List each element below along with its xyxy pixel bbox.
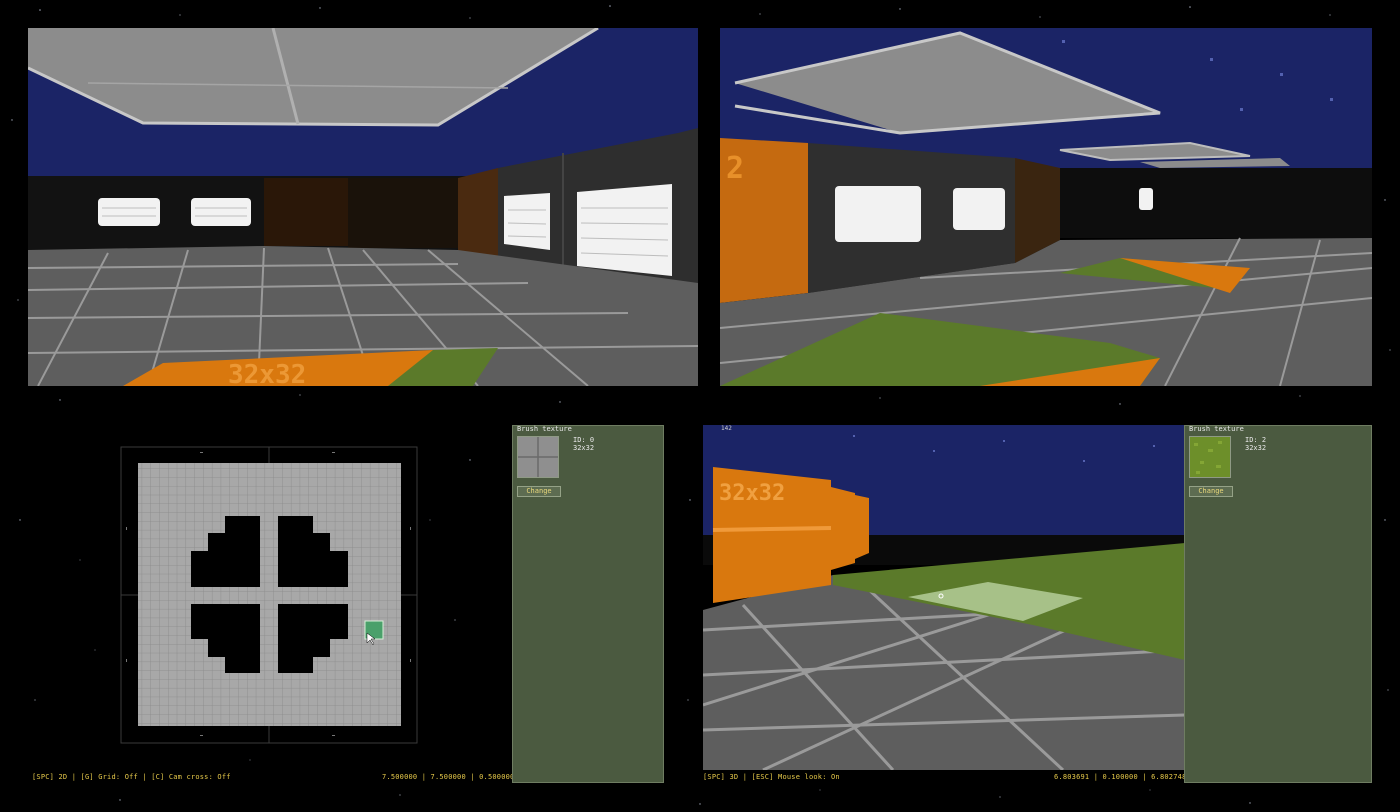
texture-label: 32x32	[719, 481, 785, 506]
status-2d-coords: 7.500000 | 7.500000 | 0.500000	[382, 773, 515, 781]
editor-2d-map[interactable]	[28, 425, 508, 770]
wall-orange	[831, 487, 855, 570]
change-texture-button[interactable]: Change	[517, 486, 561, 497]
texture-label: 2	[726, 151, 744, 186]
map-grid	[138, 463, 401, 726]
brush-texture-size: 32x32	[1245, 444, 1267, 452]
wall-orange	[855, 495, 869, 559]
brush-panel-title: Brush texture	[517, 425, 572, 433]
grid-texture-icon	[517, 436, 559, 478]
wall-light	[577, 184, 672, 276]
brush-texture-info: ID: 2 32x32	[1245, 436, 1266, 452]
wall-light	[835, 186, 921, 242]
wall-orange-door	[264, 178, 350, 246]
status-2d-hints: [SPC] 2D | [G] Grid: Off | [C] Cam cross…	[32, 773, 231, 781]
ceiling-light	[191, 198, 251, 226]
status-3d-hints: [SPC] 3D | [ESC] Mouse look: On	[703, 773, 840, 781]
brush-panel-title: Brush texture	[1189, 425, 1244, 433]
view-3d-editor[interactable]: 32x32 142	[703, 425, 1185, 770]
status-3d-coords: 6.803691 | 0.100000 | 6.802748	[1054, 773, 1187, 781]
brush-texture-id: ID: 0	[573, 436, 595, 444]
texture-label: 32x32	[228, 360, 306, 386]
grass-texture-icon	[1189, 436, 1231, 478]
brush-texture-panel-3d: Brush texture ID: 2 32x32 Change	[1184, 425, 1372, 783]
viewport-top-right[interactable]: 2	[720, 28, 1372, 386]
viewport-top-left[interactable]: 32x32	[28, 28, 698, 386]
wall-light	[953, 188, 1005, 230]
brush-texture-info: ID: 0 32x32	[573, 436, 594, 452]
wall-light	[1139, 188, 1153, 210]
brush-texture-size: 32x32	[573, 444, 595, 452]
change-texture-button[interactable]: Change	[1189, 486, 1233, 497]
brush-texture-panel-2d: Brush texture ID: 0 32x32 Change	[512, 425, 664, 783]
ceiling-light	[98, 198, 160, 226]
wall-light	[504, 193, 550, 250]
brush-texture-id: ID: 2	[1245, 436, 1267, 444]
view-corner-label: 142	[721, 425, 732, 432]
